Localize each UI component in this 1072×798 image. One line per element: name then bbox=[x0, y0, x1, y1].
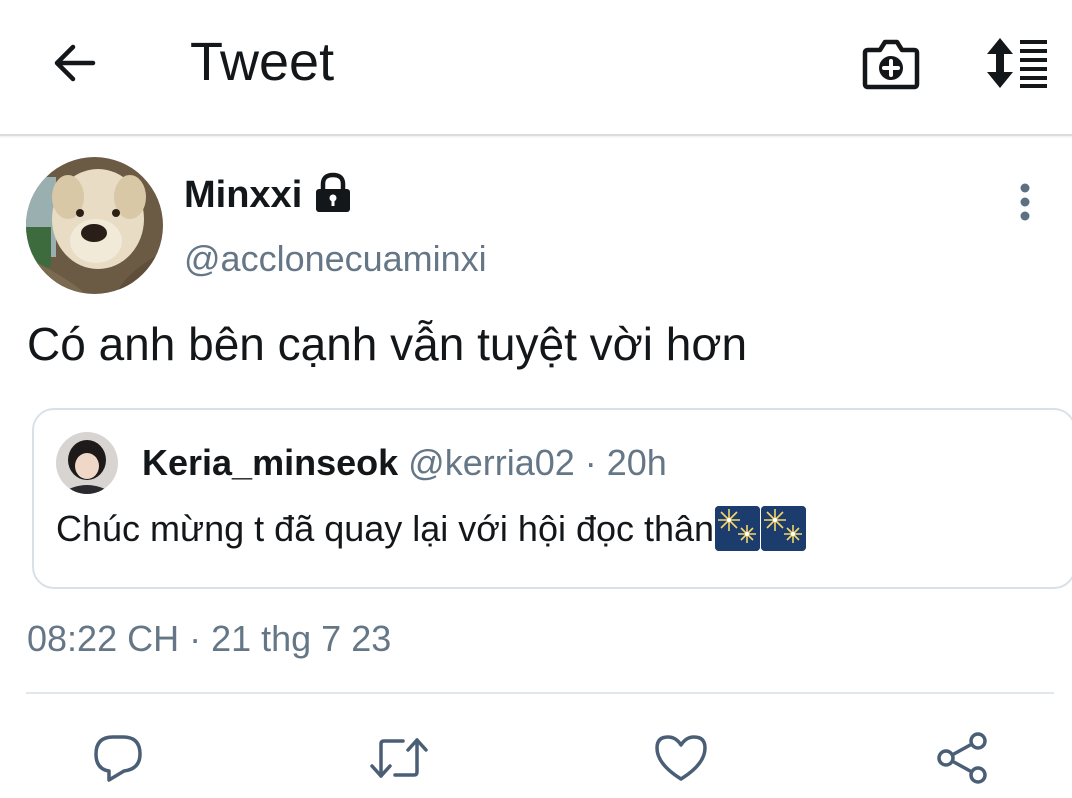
like-button[interactable] bbox=[651, 730, 711, 786]
more-options-button[interactable] bbox=[1006, 180, 1044, 224]
tweet-text: Có anh bên cạnh vẫn tuyệt vời hơn bbox=[27, 318, 748, 370]
arrow-left-icon bbox=[54, 44, 96, 82]
quoted-time: 20h bbox=[606, 442, 667, 483]
quoted-author-avatar bbox=[56, 432, 118, 494]
more-vertical-icon bbox=[1020, 183, 1030, 221]
camera-plus-icon bbox=[862, 39, 920, 90]
reply-icon bbox=[94, 735, 142, 782]
sort-list-icon bbox=[987, 38, 1047, 88]
like-icon bbox=[655, 735, 707, 781]
quoted-tweet-text: Chúc mừng t đã quay lại với hội đọc thân bbox=[56, 507, 715, 549]
dog-avatar-image bbox=[26, 157, 163, 294]
tweet-timestamp: 08:22 CH · 21 thg 7 23 bbox=[27, 618, 392, 659]
retweet-button[interactable] bbox=[369, 730, 429, 786]
page-title: Tweet bbox=[190, 32, 335, 92]
quoted-author-handle: @kerria02 bbox=[408, 442, 575, 483]
actions-divider bbox=[26, 692, 1054, 694]
author-avatar[interactable] bbox=[26, 157, 163, 294]
share-button[interactable] bbox=[932, 730, 992, 786]
fireworks-icon bbox=[761, 506, 807, 551]
quoted-separator: · bbox=[574, 442, 607, 483]
quoted-tweet-text-row: Chúc mừng t đã quay lại với hội đọc thân bbox=[56, 506, 807, 551]
retweet-icon bbox=[370, 738, 428, 778]
reply-button[interactable] bbox=[88, 730, 148, 786]
fireworks-icon bbox=[715, 506, 761, 551]
quoted-tweet-header: Keria_minseok @kerria02 · 20h bbox=[142, 442, 667, 484]
camera-button[interactable] bbox=[860, 34, 922, 92]
lock-icon bbox=[313, 172, 353, 214]
back-button[interactable] bbox=[44, 36, 104, 90]
author-name[interactable]: Minxxi bbox=[184, 172, 302, 218]
sort-button[interactable] bbox=[980, 34, 1052, 92]
quoted-tweet-card[interactable]: Keria_minseok @kerria02 · 20h Chúc mừng … bbox=[32, 408, 1072, 589]
author-handle[interactable]: @acclonecuaminxi bbox=[184, 236, 487, 282]
top-app-bar: Tweet bbox=[0, 0, 1072, 136]
quoted-author-name: Keria_minseok bbox=[142, 442, 399, 483]
share-icon bbox=[937, 732, 987, 784]
